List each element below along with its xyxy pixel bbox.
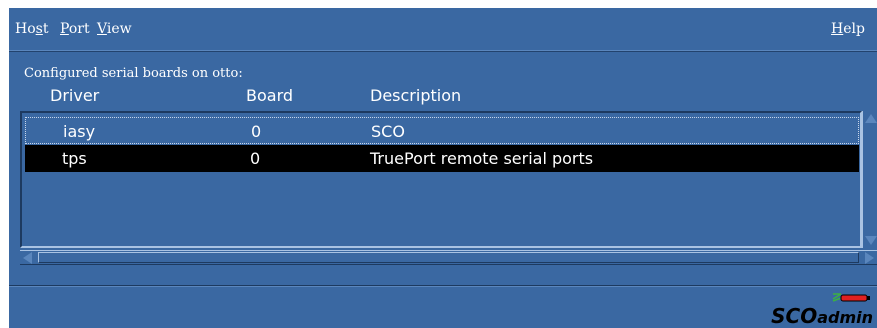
column-header-description: Description xyxy=(370,86,462,105)
menu-view-mnemonic: V xyxy=(97,21,107,37)
vertical-scrollbar[interactable] xyxy=(862,111,877,248)
menu-help-mnemonic: H xyxy=(831,21,844,37)
window-top-edge xyxy=(0,0,877,8)
menu-help[interactable]: Help xyxy=(831,21,865,37)
menu-view-post: iew xyxy=(106,21,132,37)
scroll-down-arrow-icon[interactable] xyxy=(865,236,877,245)
menu-host-pre: Ho xyxy=(15,21,36,37)
menu-port-post: ort xyxy=(68,21,90,37)
menu-port[interactable]: Port xyxy=(60,21,90,37)
menu-host[interactable]: Host xyxy=(15,21,48,37)
cell-driver: iasy xyxy=(63,122,96,141)
menubar: Host Port View Help xyxy=(9,8,877,51)
menu-view[interactable]: View xyxy=(97,21,132,37)
menu-port-mnemonic: P xyxy=(60,21,69,37)
cell-board: 0 xyxy=(251,122,262,141)
cell-description: TruePort remote serial ports xyxy=(370,149,594,168)
column-header-board: Board xyxy=(246,86,294,105)
menu-host-mnemonic: s xyxy=(35,21,43,37)
scroll-right-arrow-icon[interactable] xyxy=(865,252,874,264)
cell-description: SCO xyxy=(371,122,405,141)
scoadmin-logo: SCOadmin xyxy=(743,290,873,328)
list-heading: Configured serial boards on otto: xyxy=(24,66,243,81)
scroll-up-arrow-icon[interactable] xyxy=(865,114,877,123)
status-bar: SCOadmin xyxy=(9,285,877,328)
cell-board: 0 xyxy=(250,149,261,168)
menu-help-post: elp xyxy=(843,21,865,37)
app-window: Host Port View Help Configured serial bo… xyxy=(0,0,877,328)
menu-host-post: t xyxy=(42,21,49,37)
logo-text: SCOadmin xyxy=(771,304,873,328)
list-item[interactable]: iasy 0 SCO xyxy=(25,117,859,144)
cell-driver: tps xyxy=(62,149,87,168)
column-header-driver: Driver xyxy=(50,86,100,105)
scrollbar-thumb[interactable] xyxy=(38,252,859,263)
window-left-edge xyxy=(0,0,9,327)
scroll-left-arrow-icon[interactable] xyxy=(23,252,32,264)
logo-text-admin: admin xyxy=(817,308,873,327)
boards-list[interactable]: iasy 0 SCO tps 0 TruePort remote serial … xyxy=(20,111,862,248)
logo-text-sco: SCO xyxy=(771,304,818,328)
list-item[interactable]: tps 0 TruePort remote serial ports xyxy=(25,145,859,172)
horizontal-scrollbar[interactable] xyxy=(20,250,877,265)
